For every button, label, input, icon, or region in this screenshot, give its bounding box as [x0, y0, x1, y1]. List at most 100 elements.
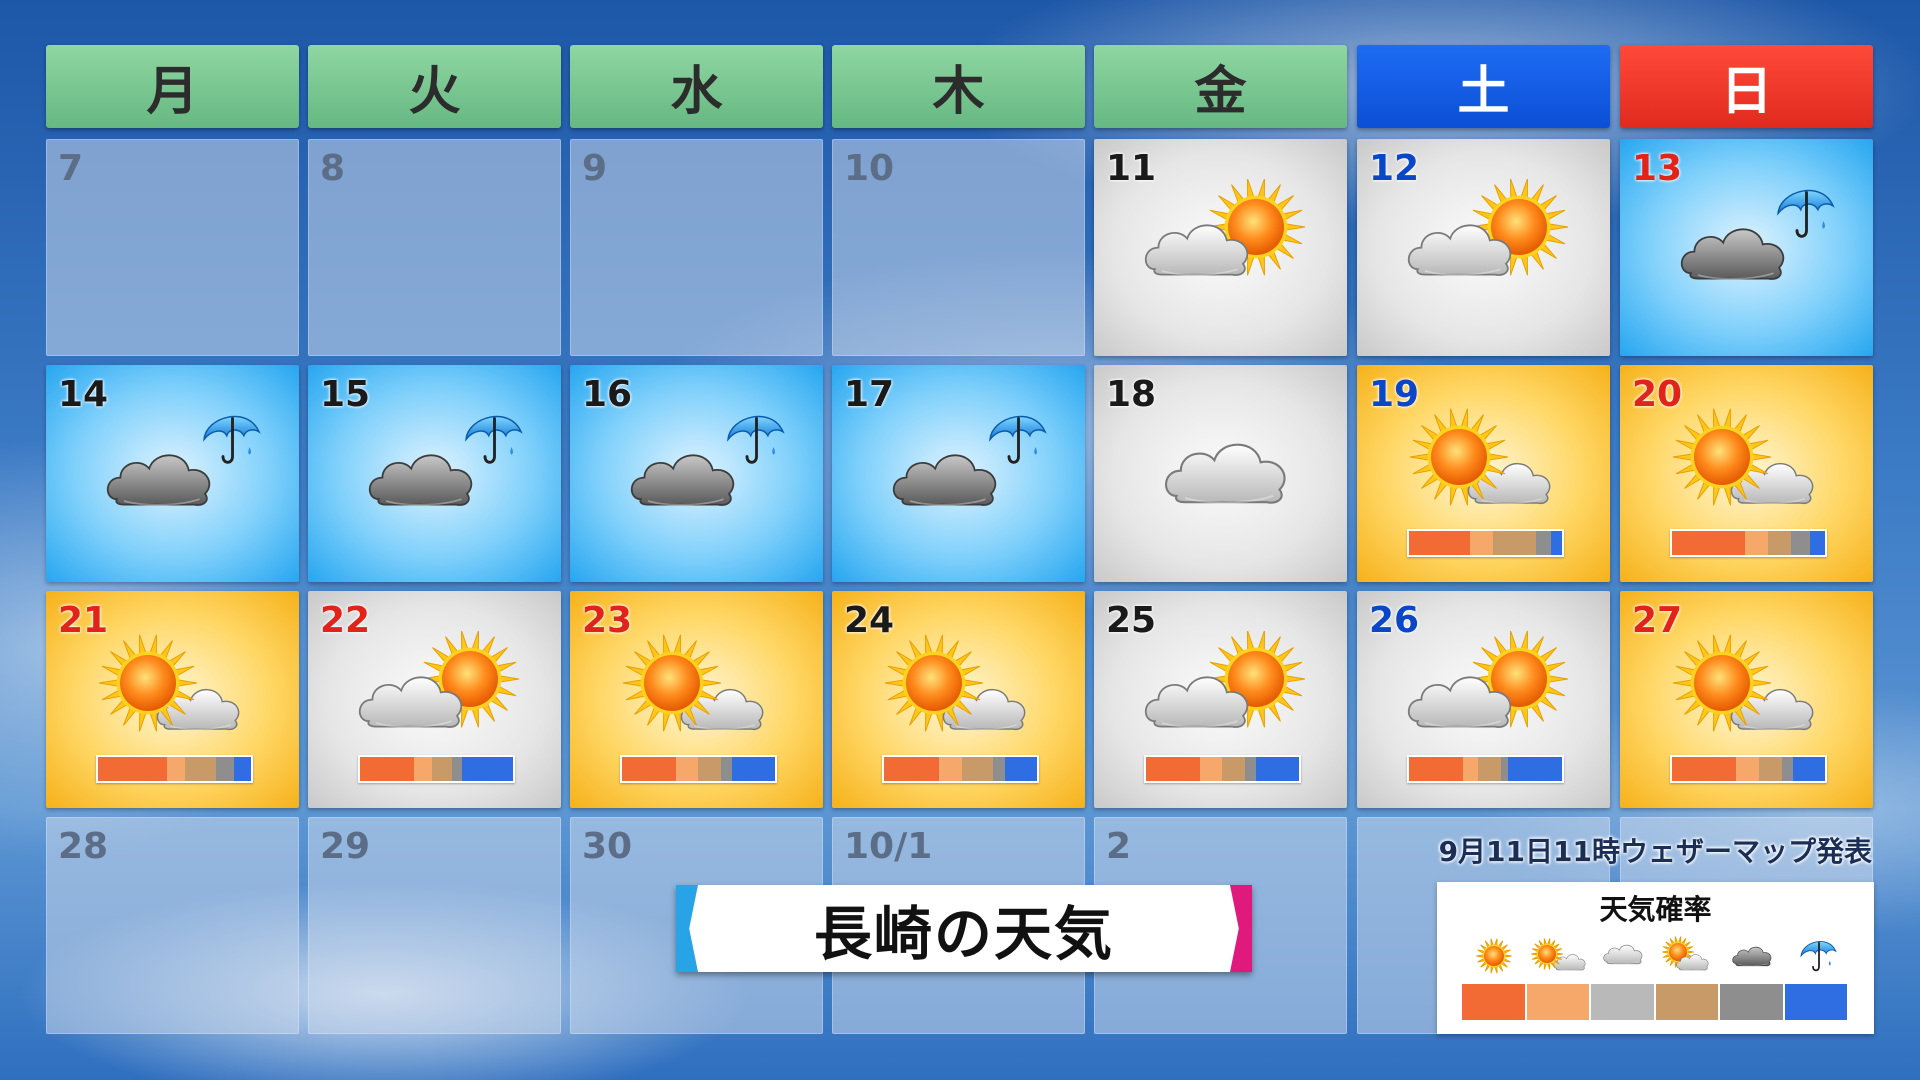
- calendar-day-cell: 16: [570, 365, 823, 582]
- probability-segment-cloudy-sunny: [1493, 531, 1536, 555]
- probability-bar: [620, 755, 777, 783]
- day-number: 7: [58, 148, 84, 189]
- probability-bar: [1407, 529, 1564, 557]
- cloudy-sunny-weather-icon: [1144, 631, 1306, 728]
- cloudy-rain-weather-icon: [368, 415, 523, 506]
- probability-segment-sunny: [360, 757, 414, 781]
- probability-bar: [1407, 755, 1564, 783]
- probability-segment-rain: [1551, 531, 1562, 555]
- sunny-cloudy-weather-icon: [1672, 408, 1814, 506]
- legend-sunny-icon: [1476, 938, 1512, 974]
- probability-bar: [1670, 529, 1827, 557]
- probability-segment-sunny: [98, 757, 167, 781]
- probability-segment-sunny: [1146, 757, 1200, 781]
- probability-segment-cloudy-sunny: [962, 757, 993, 781]
- day-number: 28: [58, 826, 109, 867]
- cloudy-sunny-weather-icon: [1407, 631, 1569, 728]
- probability-segment-cloudy-rain: [1782, 757, 1793, 781]
- probability-segment-cloudy-rain: [721, 757, 733, 781]
- calendar-day-cell: 26: [1357, 591, 1610, 808]
- legend-swatch-sunny: [1462, 984, 1527, 1020]
- legend-title: 天気確率: [1599, 893, 1712, 926]
- probability-segment-cloudy-rain: [992, 757, 1005, 781]
- calendar-day-cell: 24: [832, 591, 1085, 808]
- probability-segment-cloudy-rain: [1535, 531, 1552, 555]
- page-title: 長崎の天気: [813, 899, 1114, 968]
- probability-segment-rain: [732, 757, 775, 781]
- probability-bar: [882, 755, 1039, 783]
- legend-swatch-rain: [1784, 984, 1849, 1020]
- probability-segment-sunny: [1409, 531, 1471, 555]
- day-number: 30: [582, 826, 633, 867]
- probability-segment-sunny: [1672, 757, 1737, 781]
- legend-cloudy-gray-icon: [1732, 946, 1772, 967]
- legend-rain-icon: [1799, 941, 1837, 972]
- calendar-day-cell: 11: [1094, 139, 1347, 356]
- calendar-day-cell: 18: [1094, 365, 1347, 582]
- probability-bar: [1670, 755, 1827, 783]
- probability-segment-sunny-cloudy: [1470, 531, 1494, 555]
- weekday-header: 日: [1620, 45, 1873, 128]
- cloudy-rain-weather-icon: [106, 415, 261, 506]
- calendar-day-cell: 13: [1620, 139, 1873, 356]
- sunny-cloudy-weather-icon: [1409, 408, 1551, 506]
- probability-segment-rain: [1256, 757, 1299, 781]
- weekday-header: 水: [570, 45, 823, 128]
- calendar-day-cell: 10: [832, 139, 1085, 356]
- probability-segment-sunny: [884, 757, 940, 781]
- weekday-header: 金: [1094, 45, 1347, 128]
- calendar-day-cell: 19: [1357, 365, 1610, 582]
- probability-segment-rain: [234, 757, 251, 781]
- calendar-day-cell: 28: [46, 817, 299, 1034]
- probability-segment-cloudy-rain: [1500, 757, 1509, 781]
- legend-cloudy-icon: [1603, 944, 1643, 965]
- issued-timestamp: 9月11日11時ウェザーマップ発表: [1438, 835, 1872, 868]
- probability-segment-cloudy-rain: [215, 757, 235, 781]
- probability-segment-sunny-cloudy: [1199, 757, 1223, 781]
- weekday-header: 土: [1357, 45, 1610, 128]
- probability-bar: [358, 755, 515, 783]
- probability-segment-sunny: [1672, 531, 1746, 555]
- calendar-day-cell: 27: [1620, 591, 1873, 808]
- probability-segment-sunny-cloudy: [675, 757, 699, 781]
- probability-segment-rain: [1809, 531, 1825, 555]
- day-number: 10: [844, 148, 895, 189]
- probability-segment-sunny: [622, 757, 676, 781]
- calendar-day-cell: 9: [570, 139, 823, 356]
- probability-segment-rain: [1508, 757, 1562, 781]
- probability-segment-cloudy-rain: [451, 757, 463, 781]
- cloudy-rain-weather-icon: [630, 415, 785, 506]
- legend-sunny-cloudy-icon: [1530, 938, 1585, 971]
- probability-segment-rain: [1004, 757, 1037, 781]
- probability-segment-sunny-cloudy: [939, 757, 963, 781]
- legend-swatch-cloudy-gray: [1720, 984, 1785, 1020]
- calendar-day-cell: 21: [46, 591, 299, 808]
- sunny-cloudy-weather-icon: [622, 634, 764, 732]
- probability-segment-cloudy-sunny: [1477, 757, 1501, 781]
- probability-segment-cloudy-sunny: [185, 757, 216, 781]
- probability-segment-sunny-cloudy: [1736, 757, 1760, 781]
- day-number: 9: [582, 148, 608, 189]
- probability-segment-sunny-cloudy: [1745, 531, 1769, 555]
- probability-segment-sunny-cloudy: [1462, 757, 1478, 781]
- weekday-header: 火: [308, 45, 561, 128]
- calendar-day-cell: 15: [308, 365, 561, 582]
- probability-bar: [1144, 755, 1301, 783]
- probability-segment-sunny-cloudy: [413, 757, 432, 781]
- sunny-cloudy-weather-icon: [98, 634, 240, 732]
- legend-swatches: [1462, 984, 1849, 1020]
- weekday-header: 月: [46, 45, 299, 128]
- calendar-day-cell: 20: [1620, 365, 1873, 582]
- probability-segment-cloudy-rain: [1245, 757, 1257, 781]
- legend-swatch-cloudy-sunny: [1655, 984, 1720, 1020]
- calendar-day-cell: 12: [1357, 139, 1610, 356]
- calendar-day-cell: 22: [308, 591, 561, 808]
- probability-segment-cloudy-rain: [1791, 531, 1810, 555]
- calendar-day-cell: 25: [1094, 591, 1347, 808]
- cloudy-weather-icon: [1165, 443, 1286, 504]
- weekday-header: 木: [832, 45, 1085, 128]
- calendar-day-cell: 23: [570, 591, 823, 808]
- probability-segment-sunny: [1409, 757, 1463, 781]
- cloudy-sunny-weather-icon: [1144, 179, 1306, 276]
- calendar-day-cell: 7: [46, 139, 299, 356]
